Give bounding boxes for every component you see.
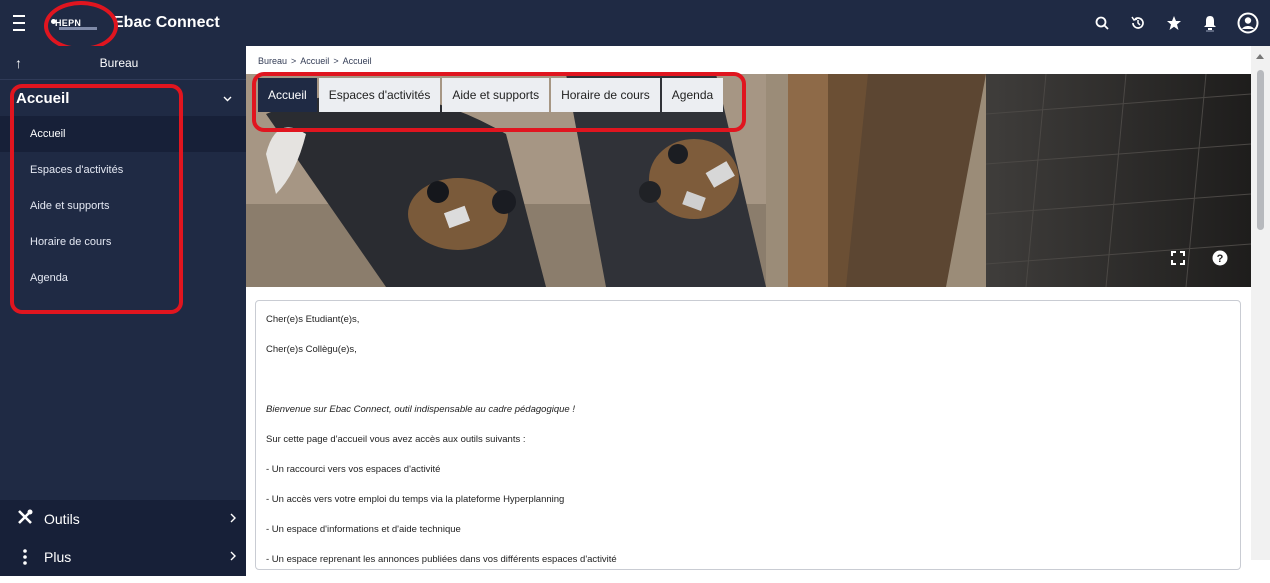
tab-espaces[interactable]: Espaces d'activités (318, 78, 441, 112)
sidebar-item-aide[interactable]: Aide et supports (0, 188, 246, 224)
chevron-right-icon (230, 510, 236, 528)
svg-text:?: ? (1217, 253, 1224, 265)
star-icon[interactable] (1164, 13, 1184, 33)
content-line: - Un espace reprenant les annonces publi… (266, 554, 617, 565)
sidebar-outils[interactable]: Outils (0, 500, 246, 538)
user-icon[interactable] (1236, 11, 1260, 35)
sidebar-item-accueil[interactable]: Accueil (0, 116, 246, 152)
banner-image: Accueil Espaces d'activités Aide et supp… (246, 74, 1251, 287)
chevron-right-icon (230, 548, 236, 566)
more-vertical-icon (16, 549, 34, 565)
logo[interactable]: HEPN (49, 11, 103, 35)
help-icon[interactable]: ? (1210, 248, 1230, 268)
sidebar-plus-label: Plus (44, 549, 72, 565)
sidebar-outils-label: Outils (44, 511, 80, 527)
sidebar-item-espaces[interactable]: Espaces d'activités (0, 152, 246, 188)
tab-horaire[interactable]: Horaire de cours (551, 78, 660, 112)
sidebar-item-agenda[interactable]: Agenda (0, 260, 246, 296)
sidebar-section-title: Accueil (16, 89, 70, 107)
sidebar-plus[interactable]: Plus (0, 538, 246, 576)
breadcrumb-accueil[interactable]: Accueil (300, 56, 329, 66)
sidebar-section-accueil[interactable]: Accueil (0, 80, 246, 116)
tab-bar: Accueil Espaces d'activités Aide et supp… (258, 78, 724, 112)
content-line: Cher(e)s Etudiant(e)s, (266, 314, 360, 325)
scroll-up-icon[interactable] (1256, 54, 1264, 59)
chevron-down-icon (223, 89, 232, 107)
sidebar-item-label: Espaces d'activités (30, 164, 124, 176)
sidebar: ↑ Bureau Accueil Accueil Espaces d'activ… (0, 46, 246, 576)
breadcrumb-separator: > (333, 56, 339, 66)
tools-icon (16, 508, 34, 531)
main-content: Bureau > Accueil > Accueil Accueil Espac… (246, 46, 1270, 570)
search-icon[interactable] (1092, 13, 1112, 33)
scrollbar[interactable] (1251, 46, 1270, 560)
breadcrumb-separator: > (291, 56, 297, 66)
tab-accueil[interactable]: Accueil (258, 78, 317, 112)
top-bar: HEPN Ebac Connect (0, 0, 1270, 46)
sidebar-item-label: Aide et supports (30, 200, 110, 212)
breadcrumb-bureau[interactable]: Bureau (258, 56, 287, 66)
sidebar-item-label: Agenda (30, 272, 68, 284)
app-title[interactable]: Ebac Connect (113, 14, 220, 32)
content-line: Bienvenue sur Ebac Connect, outil indisp… (266, 404, 575, 415)
content-line: - Un accès vers votre emploi du temps vi… (266, 494, 565, 505)
sidebar-back[interactable]: ↑ Bureau (0, 46, 246, 80)
sidebar-item-label: Accueil (30, 128, 66, 140)
content-line: - Un espace d'informations et d'aide tec… (266, 524, 461, 535)
tab-agenda[interactable]: Agenda (661, 78, 724, 112)
arrow-up-icon: ↑ (15, 54, 22, 71)
tab-aide[interactable]: Aide et supports (442, 78, 550, 112)
scroll-thumb[interactable] (1257, 70, 1264, 230)
content-line: Cher(e)s Collègu(e)s, (266, 344, 357, 355)
menu-icon[interactable] (13, 15, 33, 31)
sidebar-back-label: Bureau (99, 55, 139, 70)
content-line: - Un raccourci vers vos espaces d'activi… (266, 464, 441, 475)
fullscreen-icon[interactable] (1168, 248, 1188, 268)
breadcrumb-current: Accueil (342, 56, 372, 66)
bell-icon[interactable] (1200, 13, 1220, 33)
content-line: Sur cette page d'accueil vous avez accès… (266, 434, 526, 445)
breadcrumb: Bureau > Accueil > Accueil (258, 56, 372, 66)
content-line (266, 373, 1230, 403)
history-icon[interactable] (1128, 13, 1148, 33)
sidebar-item-label: Horaire de cours (30, 236, 112, 248)
sidebar-item-horaire[interactable]: Horaire de cours (0, 224, 246, 260)
welcome-message: Cher(e)s Etudiant(e)s, Cher(e)s Collègu(… (255, 300, 1241, 570)
